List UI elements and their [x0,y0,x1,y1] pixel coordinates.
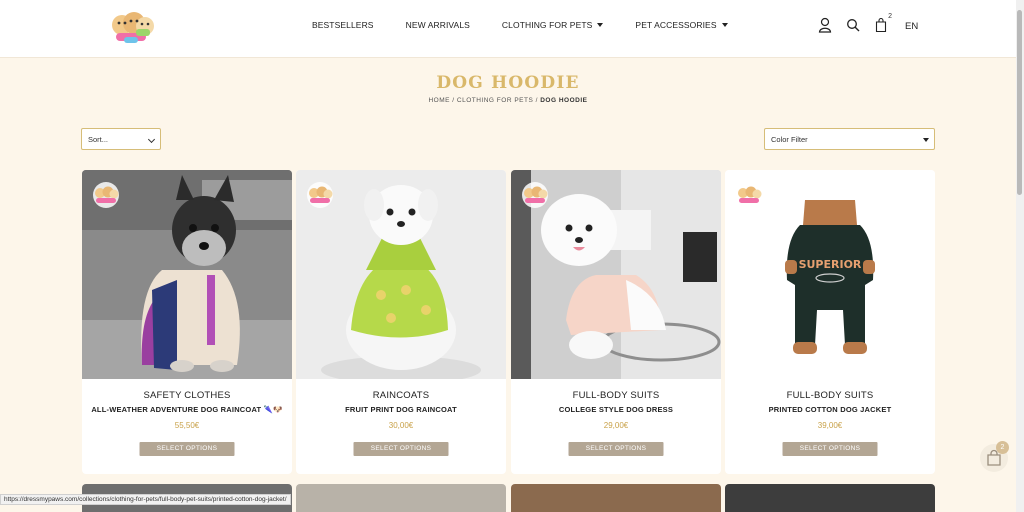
brand-badge-icon [307,182,333,208]
nav-label: BESTSELLERS [312,20,374,30]
product-name[interactable]: FRUIT PRINT DOG RAINCOAT [296,405,506,414]
product-category: FULL-BODY SUITS [786,390,874,401]
sort-select[interactable]: Sort... [81,128,161,150]
floating-cart-count: 2 [996,441,1009,454]
page-scrollbar[interactable] [1016,0,1024,512]
product-image[interactable] [511,170,721,379]
breadcrumb-home[interactable]: HOME [428,97,450,104]
product-name-emoji: 🌂🐶 [263,405,283,414]
color-filter-select[interactable]: Color Filter [764,128,935,150]
select-options-button[interactable]: SELECT OPTIONS [782,442,878,456]
product-price: 30,00€ [388,421,414,430]
product-price: 29,00€ [603,421,629,430]
breadcrumb: HOME / CLOTHING FOR PETS / DOG HOODIE [0,97,1016,104]
product-card[interactable]: FULL-BODY SUITS COLLEGE STYLE DOG DRESS … [511,170,721,474]
product-category: RAINCOATS [372,390,430,401]
cart-button[interactable]: 2 [875,13,892,33]
nav-new-arrivals[interactable]: NEW ARRIVALS [406,20,470,30]
product-card-peek[interactable] [296,484,506,512]
brand-badge-icon [522,182,548,208]
cart-icon [875,17,887,33]
product-card[interactable]: SAFETY CLOTHES ALL-WEATHER ADVENTURE DOG… [82,170,292,474]
caret-down-icon [597,23,604,27]
nav-pet-accessories[interactable]: PET ACCESSORIES [635,20,728,30]
nav-label: CLOTHING FOR PETS [501,20,593,30]
breadcrumb-separator: / [449,97,457,104]
chevron-down-icon [147,135,156,144]
product-card[interactable]: SUPERIOR FULL-BODY SUITS PRINTED COTTON … [725,170,935,474]
select-options-button[interactable]: SELECT OPTIONS [139,442,235,456]
product-image[interactable] [296,170,506,379]
main-nav: BESTSELLERS NEW ARRIVALS CLOTHING FOR PE… [312,20,728,30]
product-name[interactable]: ALL-WEATHER ADVENTURE DOG RAINCOAT 🌂🐶 [82,405,292,414]
product-name[interactable]: PRINTED COTTON DOG JACKET [725,405,935,414]
product-category: FULL-BODY SUITS [572,390,660,401]
product-image[interactable]: SUPERIOR [725,170,935,379]
user-icon[interactable] [818,17,832,33]
status-bar-url: https://dressmypaws.com/collections/clot… [0,494,291,505]
svg-text:SUPERIOR: SUPERIOR [799,258,862,271]
language-selector[interactable]: EN [905,21,918,32]
product-price: 39,00€ [817,421,843,430]
scroll-thumb[interactable] [1017,10,1022,195]
color-filter-value: Color Filter [771,135,808,144]
caret-down-icon [923,138,929,142]
product-image[interactable] [82,170,292,379]
sort-select-value: Sort... [88,135,109,144]
product-name[interactable]: COLLEGE STYLE DOG DRESS [511,405,721,414]
product-name-text: ALL-WEATHER ADVENTURE DOG RAINCOAT [91,405,262,414]
breadcrumb-category[interactable]: CLOTHING FOR PETS [457,97,533,104]
brand-badge-icon [93,182,119,208]
breadcrumb-current: DOG HOODIE [540,97,588,104]
cart-count: 2 [888,13,892,20]
product-card-peek[interactable] [511,484,721,512]
caret-down-icon [721,23,728,27]
nav-bestsellers[interactable]: BESTSELLERS [312,20,374,30]
nav-label: NEW ARRIVALS [405,20,470,30]
product-card[interactable]: RAINCOATS FRUIT PRINT DOG RAINCOAT 30,00… [296,170,506,474]
product-category: SAFETY CLOTHES [143,390,231,401]
product-card-peek[interactable] [725,484,935,512]
search-icon[interactable] [846,17,860,33]
page-title: DOG HOODIE [436,73,580,93]
brand-badge-icon [736,182,762,208]
nav-clothing-for-pets[interactable]: CLOTHING FOR PETS [502,20,604,30]
brand-logo[interactable] [110,9,156,45]
select-options-button[interactable]: SELECT OPTIONS [568,442,664,456]
product-price: 55,50€ [174,421,200,430]
nav-label: PET ACCESSORIES [635,20,717,30]
select-options-button[interactable]: SELECT OPTIONS [353,442,449,456]
site-header: BESTSELLERS NEW ARRIVALS CLOTHING FOR PE… [0,0,1016,58]
